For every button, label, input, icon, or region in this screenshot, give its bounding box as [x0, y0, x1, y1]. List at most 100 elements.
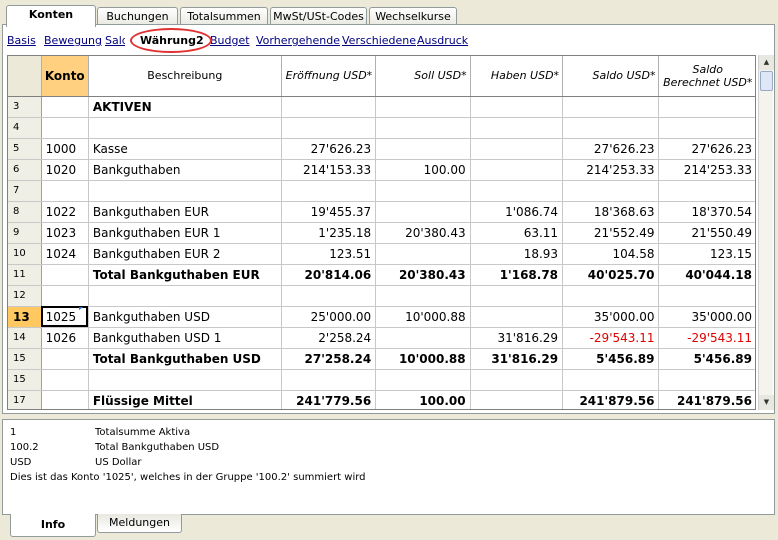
cell-saldo-berechnet[interactable] — [658, 285, 755, 307]
cell-konto[interactable] — [41, 285, 89, 307]
tab-meldungen[interactable]: Meldungen — [97, 514, 182, 533]
table-row[interactable]: 3 AKTIVEN — [8, 96, 755, 118]
table-row[interactable]: 15 — [8, 369, 755, 391]
row-number[interactable]: 17 — [8, 390, 42, 409]
cell-konto[interactable]: 1022 — [41, 201, 89, 223]
cell-konto[interactable] — [41, 390, 89, 409]
col-saldo[interactable]: Saldo USD* — [562, 56, 660, 97]
cell-haben[interactable] — [470, 306, 564, 328]
table-row[interactable]: 13 1025 Bankguthaben USD 25'000.00 10'000.88… — [8, 306, 755, 328]
cell-saldo-berechnet[interactable]: -29'543.11 — [658, 327, 755, 349]
table-row[interactable]: 7 — [8, 180, 755, 202]
cell-konto[interactable]: 1025 — [41, 306, 89, 328]
row-number[interactable]: 7 — [8, 180, 42, 202]
cell-eroeffnung[interactable]: 123.51 — [281, 243, 377, 265]
row-number[interactable]: 15 — [8, 369, 42, 391]
cell-beschreibung[interactable]: Bankguthaben — [88, 159, 282, 181]
table-row[interactable]: 14 1026 Bankguthaben USD 1 2'258.24 31'816.2… — [8, 327, 755, 349]
cell-soll[interactable] — [375, 180, 471, 202]
cell-haben[interactable] — [470, 180, 564, 202]
cell-saldo[interactable]: 21'552.49 — [562, 222, 660, 244]
cell-soll[interactable] — [375, 201, 471, 223]
cell-saldo-berechnet[interactable]: 5'456.89 — [658, 348, 755, 370]
row-number[interactable]: 13 — [8, 306, 42, 328]
vertical-scrollbar[interactable]: ▲ ▼ — [758, 55, 774, 410]
cell-haben[interactable]: 1'086.74 — [470, 201, 564, 223]
col-haben[interactable]: Haben USD* — [470, 56, 564, 97]
cell-soll[interactable] — [375, 285, 471, 307]
table-row[interactable]: 4 — [8, 117, 755, 139]
cell-saldo[interactable] — [562, 369, 660, 391]
cell-saldo-berechnet[interactable]: 123.15 — [658, 243, 755, 265]
cell-eroeffnung[interactable]: 1'235.18 — [281, 222, 377, 244]
cell-haben[interactable]: 31'816.29 — [470, 327, 564, 349]
cell-beschreibung[interactable] — [88, 369, 282, 391]
cell-saldo[interactable]: 35'000.00 — [562, 306, 660, 328]
cell-beschreibung[interactable] — [88, 285, 282, 307]
cell-saldo-berechnet[interactable]: 18'370.54 — [658, 201, 755, 223]
cell-soll[interactable]: 10'000.88 — [375, 348, 471, 370]
cell-saldo[interactable]: 5'456.89 — [562, 348, 660, 370]
cell-saldo[interactable]: 104.58 — [562, 243, 660, 265]
cell-haben[interactable] — [470, 159, 564, 181]
cell-saldo[interactable] — [562, 96, 660, 118]
cell-saldo-berechnet[interactable]: 35'000.00 — [658, 306, 755, 328]
cell-beschreibung[interactable]: Total Bankguthaben USD — [88, 348, 282, 370]
cell-beschreibung[interactable] — [88, 180, 282, 202]
cell-saldo-berechnet[interactable] — [658, 96, 755, 118]
cell-saldo-berechnet[interactable] — [658, 180, 755, 202]
row-number[interactable]: 14 — [8, 327, 42, 349]
row-number[interactable]: 3 — [8, 96, 42, 118]
cell-saldo[interactable] — [562, 117, 660, 139]
cell-saldo[interactable] — [562, 285, 660, 307]
cell-soll[interactable]: 20'380.43 — [375, 222, 471, 244]
cell-beschreibung[interactable]: Flüssige Mittel — [88, 390, 282, 409]
cell-saldo-berechnet[interactable] — [658, 369, 755, 391]
cell-soll[interactable]: 100.00 — [375, 390, 471, 409]
row-number[interactable]: 12 — [8, 285, 42, 307]
cell-konto[interactable] — [41, 117, 89, 139]
view-basis[interactable]: Basis — [7, 34, 36, 47]
cell-eroeffnung[interactable]: 20'814.06 — [281, 264, 377, 286]
cell-haben[interactable]: 63.11 — [470, 222, 564, 244]
view-verschiedene[interactable]: Verschiedene — [342, 34, 416, 47]
scroll-thumb[interactable] — [760, 71, 773, 91]
cell-eroeffnung[interactable] — [281, 96, 377, 118]
cell-eroeffnung[interactable] — [281, 285, 377, 307]
cell-saldo[interactable]: 40'025.70 — [562, 264, 660, 286]
cell-saldo[interactable]: 18'368.63 — [562, 201, 660, 223]
col-eroeffnung[interactable]: Eröffnung USD* — [281, 56, 377, 97]
cell-haben[interactable] — [470, 285, 564, 307]
table-row[interactable]: 17 Flüssige Mittel 241'779.56 100.00 241'879… — [8, 390, 755, 409]
cell-eroeffnung[interactable]: 27'258.24 — [281, 348, 377, 370]
cell-haben[interactable] — [470, 369, 564, 391]
table-row[interactable]: 5 1000 Kasse 27'626.23 27'626.23 27'626.23 — [8, 138, 755, 160]
cell-eroeffnung[interactable]: 19'455.37 — [281, 201, 377, 223]
cell-beschreibung[interactable]: Bankguthaben EUR — [88, 201, 282, 223]
cell-beschreibung[interactable]: Total Bankguthaben EUR — [88, 264, 282, 286]
row-number[interactable]: 10 — [8, 243, 42, 265]
scroll-up-icon[interactable]: ▲ — [759, 55, 774, 70]
cell-konto[interactable] — [41, 96, 89, 118]
cell-beschreibung[interactable]: Kasse — [88, 138, 282, 160]
cell-eroeffnung[interactable]: 2'258.24 — [281, 327, 377, 349]
cell-saldo-berechnet[interactable]: 241'879.56 — [658, 390, 755, 409]
scroll-down-icon[interactable]: ▼ — [759, 395, 774, 410]
cell-soll[interactable] — [375, 117, 471, 139]
cell-saldo-berechnet[interactable]: 21'550.49 — [658, 222, 755, 244]
table-row[interactable]: 12 — [8, 285, 755, 307]
cell-konto[interactable]: 1023 — [41, 222, 89, 244]
cell-saldo-berechnet[interactable]: 27'626.23 — [658, 138, 755, 160]
cell-beschreibung[interactable]: Bankguthaben EUR 1 — [88, 222, 282, 244]
row-number[interactable]: 15 — [8, 348, 42, 370]
table-row[interactable]: 8 1022 Bankguthaben EUR 19'455.37 1'086.74 18… — [8, 201, 755, 223]
cell-soll[interactable] — [375, 327, 471, 349]
cell-beschreibung[interactable]: Bankguthaben USD — [88, 306, 282, 328]
cell-beschreibung[interactable]: AKTIVEN — [88, 96, 282, 118]
tab-info[interactable]: Info — [10, 514, 96, 537]
row-number[interactable]: 9 — [8, 222, 42, 244]
tab-konten[interactable]: Konten — [6, 5, 96, 27]
cell-haben[interactable] — [470, 138, 564, 160]
table-row[interactable]: 10 1024 Bankguthaben EUR 2 123.51 18.93 104.5… — [8, 243, 755, 265]
cell-haben[interactable]: 18.93 — [470, 243, 564, 265]
